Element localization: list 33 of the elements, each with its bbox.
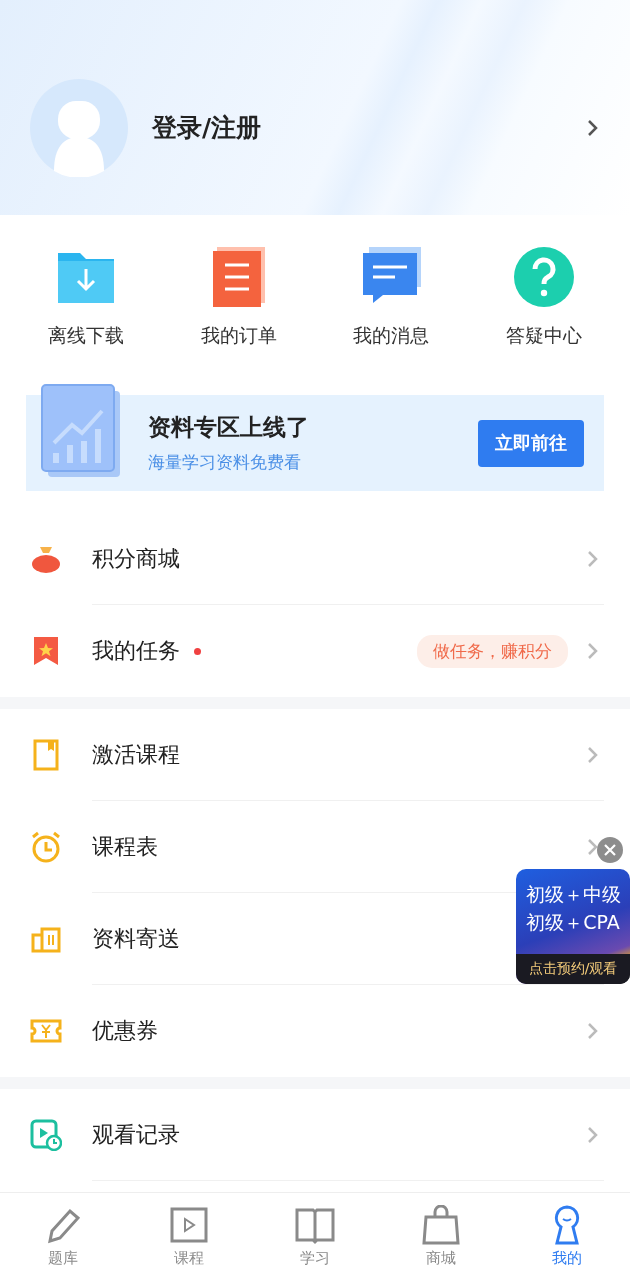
go-now-button[interactable]: 立即前往	[478, 419, 584, 467]
close-button[interactable]	[597, 837, 623, 863]
nav-tab[interactable]: 题库	[0, 1193, 126, 1280]
shortcut-button[interactable]: 我的消息	[315, 245, 468, 363]
banner-subtitle: 海量学习资料免费看	[148, 451, 302, 474]
nav-tab[interactable]: 学习	[252, 1193, 378, 1280]
menu-label[interactable]: 观看记录	[92, 1120, 180, 1150]
nav-tab[interactable]: 课程	[126, 1193, 252, 1280]
ad-text: 初级＋中级	[525, 881, 621, 907]
menu-label[interactable]: 积分商城	[92, 544, 180, 574]
banner-title: 资料专区上线了	[148, 413, 310, 442]
shopping-bag-icon	[420, 1205, 462, 1245]
shortcut-button[interactable]: 我的订单	[162, 245, 315, 363]
menu-label[interactable]: 激活课程	[92, 740, 180, 770]
login-register-link[interactable]: 登录/注册	[152, 111, 562, 144]
shortcut-button[interactable]: 离线下载	[10, 245, 163, 363]
floating-ad[interactable]: 初级＋中级 初级＋CPA 点击预约/观看	[516, 869, 630, 984]
menu-label[interactable]: 课程表	[92, 832, 158, 862]
menu-label[interactable]: 我的任务	[92, 636, 180, 666]
menu-label[interactable]: 资料寄送	[92, 924, 180, 954]
question-circle-icon	[511, 245, 576, 309]
nav-tab[interactable]: 我的	[504, 1193, 630, 1280]
alarm-clock-icon	[30, 831, 62, 863]
task-hint-tag: 做任务，赚积分	[417, 634, 568, 668]
menu-label[interactable]: 优惠券	[92, 1016, 158, 1046]
video-history-icon	[30, 1119, 62, 1151]
video-play-icon	[168, 1205, 210, 1245]
ad-text: 初级＋CPA	[526, 909, 620, 935]
ad-footer-text: 点击预约/观看	[516, 954, 630, 984]
chevron-right-icon	[586, 117, 600, 138]
nav-tab[interactable]: 商城	[378, 1193, 504, 1280]
close-icon	[604, 844, 616, 856]
shortcut-button[interactable]: 答疑中心	[467, 245, 620, 363]
